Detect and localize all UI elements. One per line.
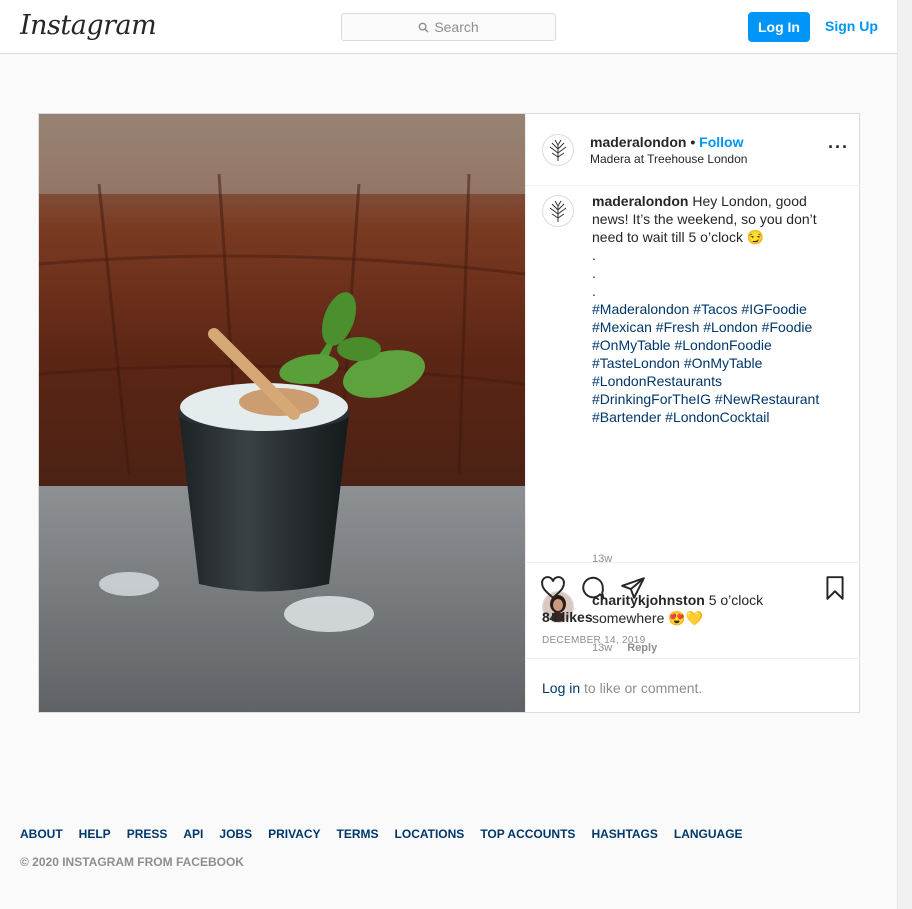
log-in-link[interactable]: Log in: [542, 680, 580, 696]
maderalondon-avatar[interactable]: [542, 134, 574, 166]
comment-bubble-icon[interactable]: [580, 575, 606, 601]
hashtag-line[interactable]: #Maderalondon #Tacos #IGFoodie: [592, 300, 832, 318]
copyright-text: © 2020 INSTAGRAM FROM FACEBOOK: [20, 855, 244, 869]
login-prompt: Log in to like or comment.: [542, 680, 702, 696]
footer-link-terms[interactable]: TERMS: [337, 827, 379, 841]
sign-up-link[interactable]: Sign Up: [825, 18, 878, 34]
footer-link-api[interactable]: API: [183, 827, 203, 841]
post-author-username[interactable]: maderalondon: [590, 134, 686, 150]
post-header: maderalondon • Follow Madera at Treehous…: [526, 114, 860, 186]
footer-link-press[interactable]: PRESS: [127, 827, 168, 841]
search-input[interactable]: Search: [341, 13, 556, 41]
cocktail-photo-image: [39, 114, 525, 712]
search-placeholder: Search: [434, 19, 479, 35]
post-location[interactable]: Madera at Treehouse London: [590, 152, 747, 166]
page-scrollbar[interactable]: [897, 0, 912, 909]
caption-text: maderalondon Hey London, good news! It’s…: [592, 192, 832, 426]
post-card: maderalondon • Follow Madera at Treehous…: [38, 113, 860, 713]
footer-link-about[interactable]: ABOUT: [20, 827, 63, 841]
footer-link-privacy[interactable]: PRIVACY: [268, 827, 320, 841]
hashtag-line[interactable]: #TasteLondon #OnMyTable: [592, 354, 832, 372]
share-paper-plane-icon[interactable]: [620, 575, 646, 601]
tree-logo-icon: [549, 139, 567, 161]
caption-dot: .: [592, 247, 596, 263]
log-in-button[interactable]: Log In: [748, 12, 810, 42]
footer-link-locations[interactable]: LOCATIONS: [395, 827, 465, 841]
post-date[interactable]: DECEMBER 14, 2019: [542, 635, 645, 646]
post-photo[interactable]: [39, 114, 525, 712]
caption-author-avatar[interactable]: [542, 195, 574, 227]
instagram-logo[interactable]: Instagram: [20, 10, 157, 41]
follow-button[interactable]: Follow: [699, 134, 743, 150]
footer-link-language[interactable]: LANGUAGE: [674, 827, 743, 841]
hashtag-line[interactable]: #DrinkingForTheIG #NewRestaurant: [592, 390, 832, 408]
footer-link-help[interactable]: HELP: [79, 827, 111, 841]
post-actions: 84 likes DECEMBER 14, 2019: [526, 562, 860, 658]
login-to-comment-bar: Log in to like or comment.: [526, 658, 860, 712]
caption-dot: .: [592, 283, 596, 299]
footer-links: ABOUT HELP PRESS API JOBS PRIVACY TERMS …: [20, 827, 743, 841]
search-icon: [418, 22, 429, 33]
footer-link-jobs[interactable]: JOBS: [219, 827, 252, 841]
tree-logo-icon: [549, 200, 567, 222]
caption-dot: .: [592, 265, 596, 281]
save-bookmark-icon[interactable]: [822, 575, 848, 601]
hashtag-line[interactable]: #OnMyTable #LondonFoodie: [592, 336, 832, 354]
login-prompt-text: to like or comment.: [580, 680, 703, 696]
post-sidebar: maderalondon • Follow Madera at Treehous…: [525, 114, 860, 712]
comments-section[interactable]: maderalondon Hey London, good news! It’s…: [526, 187, 860, 562]
like-heart-icon[interactable]: [540, 575, 566, 601]
likes-count[interactable]: 84 likes: [542, 609, 593, 625]
more-options-icon[interactable]: ···: [828, 138, 849, 156]
hashtag-line[interactable]: #LondonRestaurants: [592, 372, 832, 390]
caption-username[interactable]: maderalondon: [592, 193, 688, 209]
footer-link-top-accounts[interactable]: TOP ACCOUNTS: [480, 827, 575, 841]
footer-link-hashtags[interactable]: HASHTAGS: [591, 827, 657, 841]
hashtag-line[interactable]: #Mexican #Fresh #London #Foodie: [592, 318, 832, 336]
top-navigation-bar: Instagram Search Log In Sign Up: [0, 0, 897, 54]
separator-dot: •: [690, 134, 696, 150]
post-author-row: maderalondon • Follow: [590, 134, 743, 150]
hashtag-line[interactable]: #Bartender #LondonCocktail: [592, 408, 832, 426]
